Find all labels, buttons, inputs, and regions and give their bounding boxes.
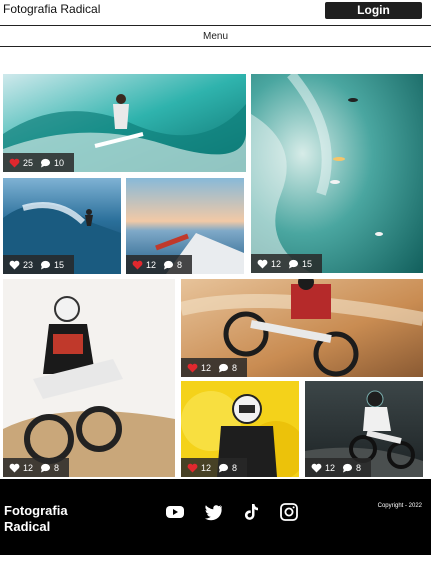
like-count: 12 [146, 259, 157, 270]
comment-icon[interactable] [288, 259, 299, 269]
like-count: 12 [201, 462, 212, 473]
footer-brand: Fotografia Radical [4, 503, 68, 534]
photo-tile-surfer-wave[interactable]: 25 10 [3, 74, 246, 172]
social-links [165, 503, 299, 521]
like-count: 12 [201, 362, 212, 373]
photo-tile-surfer-barrel[interactable]: 23 15 [3, 178, 121, 274]
menu-toggle[interactable]: Menu [0, 27, 431, 47]
comment-icon[interactable] [218, 363, 229, 373]
comment-count: 15 [54, 259, 65, 270]
comment-count: 15 [302, 258, 313, 269]
heart-icon[interactable] [9, 260, 20, 270]
photo-tile-motocross-front[interactable]: 12 8 [3, 279, 175, 477]
heart-icon[interactable] [311, 463, 322, 473]
comment-icon[interactable] [163, 260, 174, 270]
photo-stats: 12 8 [3, 458, 70, 477]
photo-tile-motocross-dark[interactable]: 12 8 [305, 381, 423, 477]
youtube-icon[interactable] [165, 503, 185, 521]
like-count: 23 [23, 259, 34, 270]
comment-count: 10 [54, 157, 65, 168]
photo-tile-yellow-smoke[interactable]: 12 8 [181, 381, 299, 477]
comment-icon[interactable] [218, 463, 229, 473]
photo-stats: 12 8 [126, 255, 193, 274]
heart-icon[interactable] [132, 260, 143, 270]
brand-name[interactable]: Fotografia Radical [3, 2, 100, 16]
aerial-surf-photo [251, 74, 423, 273]
comment-icon[interactable] [40, 463, 51, 473]
comment-icon[interactable] [40, 260, 51, 270]
photo-stats: 12 8 [305, 458, 372, 477]
photo-stats: 12 15 [251, 254, 323, 273]
photo-stats: 25 10 [3, 153, 75, 172]
tiktok-icon[interactable] [241, 503, 261, 521]
like-count: 25 [23, 157, 34, 168]
comment-icon[interactable] [342, 463, 353, 473]
instagram-icon[interactable] [279, 503, 299, 521]
heart-icon[interactable] [9, 463, 20, 473]
site-header: Fotografia Radical Login [0, 0, 431, 26]
like-count: 12 [325, 462, 336, 473]
heart-icon[interactable] [187, 463, 198, 473]
twitter-icon[interactable] [203, 503, 223, 521]
comment-icon[interactable] [40, 158, 51, 168]
site-footer: Fotografia Radical Copyright - 2022 [0, 479, 431, 555]
photo-tile-motocross-dirt[interactable]: 12 8 [181, 279, 423, 377]
heart-icon[interactable] [9, 158, 20, 168]
heart-icon[interactable] [257, 259, 268, 269]
comment-count: 8 [177, 259, 183, 270]
comment-count: 8 [232, 362, 238, 373]
comment-count: 8 [54, 462, 60, 473]
copyright-text: Copyright - 2022 [377, 503, 422, 509]
comment-count: 8 [232, 462, 238, 473]
photo-tile-boat-sunset[interactable]: 12 8 [126, 178, 244, 274]
comment-count: 8 [356, 462, 362, 473]
photo-tile-aerial-surf[interactable]: 12 15 [251, 74, 423, 273]
heart-icon[interactable] [187, 363, 198, 373]
like-count: 12 [271, 258, 282, 269]
photo-stats: 23 15 [3, 255, 75, 274]
like-count: 12 [23, 462, 34, 473]
photo-stats: 12 8 [181, 358, 248, 377]
motocross-front-photo [3, 279, 175, 477]
login-button[interactable]: Login [325, 2, 422, 19]
photo-stats: 12 8 [181, 458, 248, 477]
